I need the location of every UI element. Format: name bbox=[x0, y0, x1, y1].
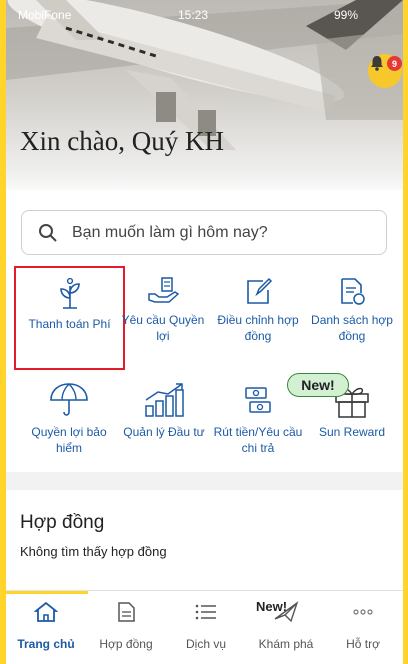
nav-label: Hỗ trợ bbox=[346, 637, 380, 651]
clock: 15:23 bbox=[178, 8, 209, 22]
home-icon bbox=[34, 601, 58, 622]
greeting: Xin chào, Quý KH bbox=[20, 126, 224, 156]
carrier-name: MobiFone bbox=[18, 8, 72, 22]
notification-badge: 9 bbox=[387, 56, 402, 71]
nav-label: Khám phá bbox=[258, 637, 314, 651]
cash-withdraw-icon bbox=[245, 387, 271, 413]
nav-label: Dịch vụ bbox=[185, 637, 226, 651]
document-icon bbox=[118, 602, 135, 622]
service-investment[interactable]: Quản lý Đầu tư bbox=[119, 382, 209, 468]
search-bar[interactable]: Bạn muốn làm gì hôm nay? bbox=[21, 210, 387, 255]
service-insurance-benefits[interactable]: Quyền lợi bảo hiểm bbox=[24, 382, 114, 468]
nav-explore[interactable]: Khám phá bbox=[246, 601, 326, 651]
airplane-photo bbox=[6, 0, 403, 150]
nav-support[interactable]: Hỗ trợ bbox=[323, 601, 403, 651]
edit-document-icon bbox=[247, 277, 273, 304]
list-icon bbox=[195, 604, 216, 620]
battery-level: 99% bbox=[334, 8, 359, 22]
hero-banner: MobiFone 15:23 99% 9 Xin chào, Quý KH bbox=[6, 0, 403, 200]
service-label: Quản lý Đầu tư bbox=[123, 425, 205, 439]
paper-plane-icon bbox=[274, 601, 299, 623]
nav-services[interactable]: Dịch vụ bbox=[166, 601, 246, 651]
service-label: Danh sách hợp đồng bbox=[311, 313, 393, 343]
service-withdrawal[interactable]: Rút tiền/Yêu cầu chi trả bbox=[213, 382, 303, 468]
nav-label: Trang chủ bbox=[17, 637, 75, 651]
service-label: Quyền lợi bảo hiểm bbox=[31, 425, 107, 455]
notification-button[interactable]: 9 bbox=[368, 54, 402, 88]
services-panel: Bạn muốn làm gì hôm nay? Thanh toán Phí … bbox=[6, 190, 403, 472]
section-title: Hợp đồng bbox=[20, 512, 105, 533]
service-label: Rút tiền/Yêu cầu chi trả bbox=[213, 425, 303, 455]
service-label: Điều chỉnh hợp đồng bbox=[217, 313, 299, 343]
active-indicator bbox=[6, 591, 88, 594]
hand-document-icon bbox=[148, 277, 180, 303]
service-label: Thanh toán Phí bbox=[28, 317, 111, 331]
bell-icon bbox=[371, 56, 383, 71]
nav-contracts[interactable]: Hợp đồng bbox=[86, 601, 166, 651]
status-bar: MobiFone 15:23 99% bbox=[6, 0, 403, 30]
service-contract-list[interactable]: Danh sách hợp đồng bbox=[307, 276, 397, 362]
empty-message: Không tìm thấy hợp đồng bbox=[20, 544, 167, 559]
service-label: Yêu cầu Quyền lợi bbox=[121, 313, 205, 343]
service-claim-request[interactable]: Yêu cầu Quyền lợi bbox=[118, 276, 208, 362]
new-badge: New! bbox=[287, 373, 349, 397]
app-screen: MobiFone 15:23 99% 9 Xin chào, Quý KH Bạ… bbox=[6, 0, 403, 664]
service-pay-premium[interactable]: Thanh toán Phí bbox=[14, 266, 125, 370]
document-list-icon bbox=[341, 278, 365, 305]
umbrella-icon bbox=[50, 383, 88, 416]
service-label: Sun Reward bbox=[318, 425, 386, 439]
service-adjust-contract[interactable]: Điều chỉnh hợp đồng bbox=[213, 276, 303, 362]
search-icon bbox=[39, 223, 57, 242]
more-icon bbox=[353, 609, 373, 615]
nav-label: Hợp đồng bbox=[99, 637, 153, 651]
bottom-navigation: New! Trang chủ Hợp đồng Dịch vụ Khám phá… bbox=[6, 590, 403, 664]
plant-icon bbox=[59, 277, 80, 309]
nav-home[interactable]: Trang chủ bbox=[6, 601, 86, 651]
growth-chart-icon bbox=[145, 383, 184, 417]
search-placeholder: Bạn muốn làm gì hôm nay? bbox=[72, 223, 268, 241]
contracts-section: Hợp đồng Không tìm thấy hợp đồng bbox=[6, 490, 403, 590]
